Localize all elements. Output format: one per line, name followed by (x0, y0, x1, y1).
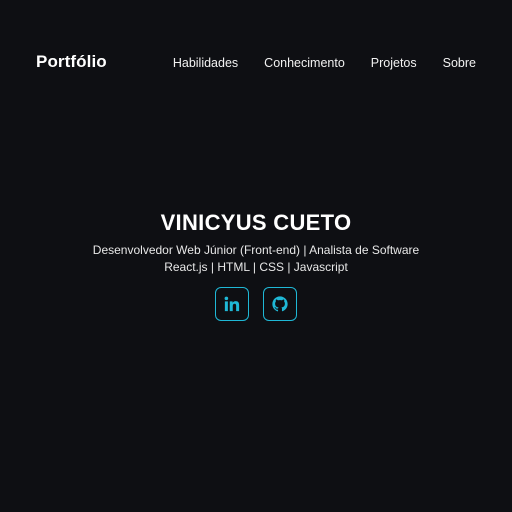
nav-menu: Habilidades Conhecimento Projetos Sobre (173, 56, 476, 70)
hero-role: Desenvolvedor Web Júnior (Front-end) | A… (92, 243, 420, 258)
nav-link-projetos[interactable]: Projetos (371, 56, 417, 70)
hero-section: VINICYUS CUETO Desenvolvedor Web Júnior … (0, 210, 512, 322)
linkedin-button[interactable] (215, 287, 249, 322)
hero-name: VINICYUS CUETO (160, 210, 352, 235)
github-button[interactable] (263, 287, 297, 322)
brand-logo[interactable]: Portfólio (36, 52, 107, 72)
linkedin-icon (223, 295, 241, 313)
nav-link-habilidades[interactable]: Habilidades (173, 56, 238, 70)
hero-stack: React.js | HTML | CSS | Javascript (164, 260, 348, 275)
nav-link-conhecimento[interactable]: Conhecimento (264, 56, 345, 70)
navbar: Portfólio Habilidades Conhecimento Proje… (0, 0, 512, 128)
page: Portfólio Habilidades Conhecimento Proje… (0, 0, 512, 512)
social-links (0, 287, 512, 322)
github-icon (271, 295, 289, 313)
nav-link-sobre[interactable]: Sobre (443, 56, 476, 70)
